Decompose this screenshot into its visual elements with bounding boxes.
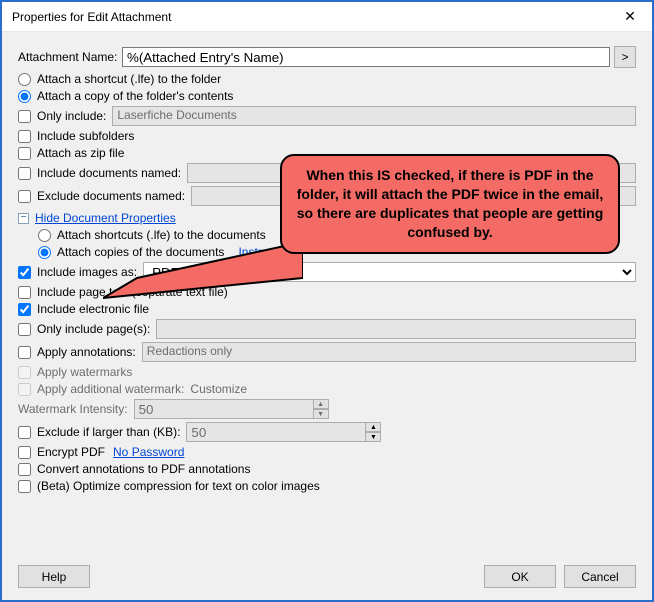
include-page-text-checkbox[interactable] [18,286,31,299]
doc-shortcuts-label: Attach shortcuts (.lfe) to the documents [57,228,266,242]
exclude-docs-named-label: Exclude documents named: [37,189,185,203]
attach-shortcut-radio-row: Attach a shortcut (.lfe) to the folder [18,72,636,86]
beta-optimize-label: (Beta) Optimize compression for text on … [37,479,320,493]
only-include-type-label: Only include: [37,109,106,123]
ok-button[interactable]: OK [484,565,556,588]
apply-annotations-checkbox[interactable] [18,346,31,359]
include-images-checkbox[interactable] [18,266,31,279]
attach-as-zip-checkbox[interactable] [18,147,31,160]
attach-copy-radio[interactable] [18,90,31,103]
watermark-intensity-input [134,399,314,419]
no-password-link[interactable]: No Password [113,445,184,459]
beta-optimize-checkbox[interactable] [18,480,31,493]
help-button[interactable]: Help [18,565,90,588]
encrypt-pdf-row: Encrypt PDF No Password [18,445,636,459]
only-include-pages-row: Only include page(s): [18,319,636,339]
additional-watermark-row: Apply additional watermark: Customize [18,382,636,396]
convert-annotations-label: Convert annotations to PDF annotations [37,462,250,476]
only-include-pages-input[interactable] [156,319,636,339]
beta-optimize-row: (Beta) Optimize compression for text on … [18,479,636,493]
annotation-callout: When this IS checked, if there is PDF in… [280,154,620,254]
additional-watermark-checkbox [18,383,31,396]
only-include-type-checkbox[interactable] [18,110,31,123]
additional-watermark-label: Apply additional watermark: [37,382,184,396]
include-electronic-file-checkbox[interactable] [18,303,31,316]
exclude-larger-spinner: ▲ ▼ [186,422,381,442]
spinner-down-icon: ▼ [313,409,329,419]
exclude-larger-checkbox[interactable] [18,426,31,439]
watermark-intensity-row: Watermark Intensity: ▲ ▼ [18,399,636,419]
only-include-pages-checkbox[interactable] [18,323,31,336]
tree-collapse-icon[interactable]: − [18,213,29,224]
window-title: Properties for Edit Attachment [12,10,171,24]
include-subfolders-row: Include subfolders [18,129,636,143]
convert-annotations-row: Convert annotations to PDF annotations [18,462,636,476]
apply-annotations-row: Apply annotations: Redactions only [18,342,636,362]
exclude-larger-label: Exclude if larger than (KB): [37,425,180,439]
apply-annotations-label: Apply annotations: [37,345,136,359]
watermark-intensity-label: Watermark Intensity: [18,402,128,416]
exclude-larger-row: Exclude if larger than (KB): ▲ ▼ [18,422,636,442]
dialog-content: Attachment Name: > Attach a shortcut (.l… [2,32,652,504]
token-picker-button[interactable]: > [614,46,636,68]
doc-copies-radio[interactable] [38,246,51,259]
dialog-footer: Help OK Cancel [2,557,652,600]
apply-annotations-select[interactable]: Redactions only [142,342,636,362]
titlebar: Properties for Edit Attachment ✕ [2,2,652,32]
exclude-docs-named-checkbox[interactable] [18,190,31,203]
encrypt-pdf-checkbox[interactable] [18,446,31,459]
dialog-window: Properties for Edit Attachment ✕ Attachm… [0,0,654,602]
spinner-down-icon[interactable]: ▼ [365,432,381,442]
include-subfolders-label: Include subfolders [37,129,134,143]
attach-copy-radio-row: Attach a copy of the folder's contents [18,89,636,103]
attachment-name-input[interactable] [122,47,610,67]
convert-annotations-checkbox[interactable] [18,463,31,476]
spinner-up-icon[interactable]: ▲ [365,422,381,432]
only-include-pages-label: Only include page(s): [37,322,150,336]
callout-arrow-icon [103,242,303,302]
attach-copy-label: Attach a copy of the folder's contents [37,89,233,103]
watermark-intensity-spinner: ▲ ▼ [134,399,329,419]
customize-link: Customize [190,382,247,396]
close-button[interactable]: ✕ [608,2,652,32]
apply-watermarks-label: Apply watermarks [37,365,132,379]
attach-shortcut-radio[interactable] [18,73,31,86]
cancel-button[interactable]: Cancel [564,565,636,588]
include-subfolders-checkbox[interactable] [18,130,31,143]
attachment-name-row: Attachment Name: > [18,46,636,68]
only-include-type-row: Only include: Laserfiche Documents [18,106,636,126]
attach-as-zip-label: Attach as zip file [37,146,124,160]
doc-shortcuts-radio[interactable] [38,229,51,242]
include-docs-named-label: Include documents named: [37,166,181,180]
attach-shortcut-label: Attach a shortcut (.lfe) to the folder [37,72,221,86]
encrypt-pdf-label: Encrypt PDF [37,445,105,459]
hide-doc-props-link[interactable]: Hide Document Properties [35,211,176,225]
include-electronic-file-row: Include electronic file [18,302,636,316]
include-electronic-file-label: Include electronic file [37,302,149,316]
attachment-name-label: Attachment Name: [18,50,122,64]
exclude-larger-input[interactable] [186,422,366,442]
spinner-up-icon: ▲ [313,399,329,409]
apply-watermarks-row: Apply watermarks [18,365,636,379]
apply-watermarks-checkbox [18,366,31,379]
include-docs-named-checkbox[interactable] [18,167,31,180]
only-include-type-select[interactable]: Laserfiche Documents [112,106,636,126]
